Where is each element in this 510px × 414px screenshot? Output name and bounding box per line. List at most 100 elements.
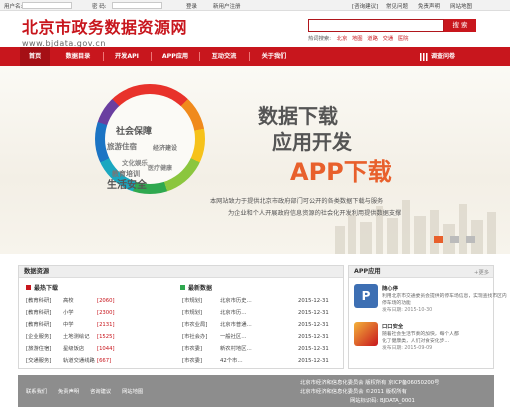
hot-words: 热词搜索: 北京 地图 道路 交通 医院: [308, 34, 411, 42]
disclaimer-link[interactable]: 免责声明: [418, 2, 440, 10]
banner-headline-download: 数据下载: [258, 104, 338, 128]
nav-separator: [103, 52, 104, 61]
footer-link-contact[interactable]: 联系我们: [26, 387, 47, 395]
login-link[interactable]: 登录: [186, 2, 197, 10]
hot-downloads-title: 最热下载: [26, 283, 58, 292]
username-label: 用户名:: [4, 4, 23, 10]
app-desc: 化了健康类，人们对食安化步…: [382, 339, 450, 344]
hot-download-row[interactable]: [教育科研] 高校 [2060]: [26, 296, 115, 304]
app-name[interactable]: 随心停: [382, 284, 398, 292]
hot-row-cat: [教育科研]: [26, 298, 52, 304]
ring-word: 医疗健康: [148, 165, 173, 172]
hot-row-name: 小学: [63, 310, 74, 316]
nav-separator: [199, 52, 200, 61]
latest-data-icon: [180, 285, 185, 290]
ring-word: 文化娱乐: [122, 159, 148, 167]
footer-owner: 北京市经济和信息化委员会 ©2011 版权所有: [300, 389, 407, 395]
site-logo[interactable]: 北京市政务数据资源网 www.bjdata.gov.cn: [22, 14, 187, 48]
carousel-dot-active[interactable]: [434, 236, 443, 243]
latest-data-row[interactable]: [市农业局] 北京市普通… 2015-12-31: [182, 320, 329, 328]
latest-row-date: 2015-12-31: [298, 334, 329, 340]
ring-word: 生活安全: [107, 180, 147, 191]
latest-row-name: 北京市普通…: [220, 322, 252, 328]
ring-word: 社会保障: [116, 127, 153, 137]
sitemap-link[interactable]: 网站地图: [450, 2, 472, 10]
hot-row-cat: [教育科研]: [26, 322, 52, 328]
latest-row-date: 2015-12-31: [298, 322, 329, 328]
data-resources-title: 数据资源: [19, 266, 343, 278]
ring-word: 经济建设: [153, 145, 178, 152]
app-name[interactable]: 口口安全: [382, 322, 403, 330]
hot-row-name: 高校: [63, 298, 74, 304]
banner-desc-line1: 本网站致力于提供北京市政府部门可公开的各类数据下载与服务: [210, 198, 384, 205]
hot-download-row[interactable]: [企业服务] 土地测绘记 [1525]: [26, 332, 115, 340]
footer-copyright: 北京市经济和信息化委员会 版权所有 京ICP备06050200号: [300, 380, 440, 386]
main-nav: 首页 数据目录 开发API APP应用 互动交流 关于我们 调查问卷: [0, 47, 510, 66]
app-desc: 利用北京市交通委员会提供的停车场信息，实现查找市区内: [382, 294, 507, 299]
hot-row-cat: [教育科研]: [26, 310, 52, 316]
nav-home[interactable]: 首页: [20, 47, 50, 66]
ring-word: 旅游住宿: [107, 142, 137, 151]
hot-word[interactable]: 道路: [367, 36, 378, 42]
nav-about[interactable]: 关于我们: [252, 47, 296, 66]
app-parking-icon[interactable]: P: [354, 284, 378, 308]
faq-link[interactable]: 常见问题: [386, 2, 408, 10]
data-resources-panel: 数据资源: [18, 265, 344, 369]
hot-download-row[interactable]: [交通服务] 轨道交通线路 [667]: [26, 356, 111, 364]
feedback-link[interactable]: [咨询建议]: [352, 2, 378, 10]
hot-words-label: 热词搜索:: [308, 36, 331, 42]
hot-downloads-label: 最热下载: [34, 285, 59, 292]
survey-label: 调查问卷: [431, 53, 456, 60]
carousel-dot[interactable]: [450, 236, 459, 243]
carousel-dot[interactable]: [466, 236, 475, 243]
nav-dev-api[interactable]: 开发API: [106, 47, 148, 66]
hot-row-name: 土地测绘记: [63, 334, 90, 340]
app-desc: 停车场的功能: [382, 301, 411, 306]
footer-link-feedback[interactable]: 咨询建议: [90, 387, 111, 395]
password-label: 密 码:: [92, 4, 107, 10]
hot-downloads-icon: [26, 285, 31, 290]
latest-row-name: 北京市历史…: [220, 298, 252, 304]
survey-link[interactable]: 调查问卷: [420, 47, 510, 66]
hot-word[interactable]: 北京: [337, 36, 348, 42]
hot-download-row[interactable]: [旅游住宿] 星级饭店 [1044]: [26, 344, 115, 352]
latest-row-cat: [市规划]: [182, 310, 203, 316]
latest-row-date: 2015-12-31: [298, 346, 329, 352]
app-desc: 随着社会生活节奏的加快，每个人都: [382, 332, 459, 337]
hot-word[interactable]: 地图: [352, 36, 363, 42]
footer-link-sitemap[interactable]: 网站地图: [122, 387, 143, 395]
latest-data-row[interactable]: [市规划] 北京市历… 2015-12-31: [182, 308, 329, 316]
latest-data-row[interactable]: [市农委] 42个市… 2015-12-31: [182, 356, 329, 364]
latest-data-row[interactable]: [市社会办] 一般社区… 2015-12-31: [182, 332, 329, 340]
hot-row-name: 中学: [63, 322, 74, 328]
nav-interaction[interactable]: 互动交流: [202, 47, 246, 66]
latest-data-row[interactable]: [市规划] 北京市历史… 2015-12-31: [182, 296, 329, 304]
latest-row-name: 一般社区…: [220, 334, 247, 340]
nav-separator: [249, 52, 250, 61]
apps-more-link[interactable]: +更多: [474, 268, 489, 276]
latest-row-cat: [市农委]: [182, 358, 203, 364]
search-input[interactable]: [308, 19, 444, 32]
nav-data-catalog[interactable]: 数据目录: [56, 47, 100, 66]
search-button[interactable]: 搜 索: [444, 19, 476, 32]
apps-panel: APP应用: [348, 265, 494, 369]
password-input[interactable]: [112, 2, 162, 9]
latest-data-label: 最新数据: [188, 285, 213, 292]
latest-row-cat: [市规划]: [182, 298, 203, 304]
username-input[interactable]: [22, 2, 72, 9]
footer-link-disclaimer[interactable]: 免责声明: [58, 387, 79, 395]
hot-word[interactable]: 医院: [398, 36, 409, 42]
hot-row-cat: [交通服务]: [26, 358, 52, 364]
hot-download-row[interactable]: [教育科研] 中学 [2131]: [26, 320, 115, 328]
app-safety-icon[interactable]: [354, 322, 378, 346]
register-link[interactable]: 新用户注册: [213, 2, 241, 10]
top-bar: 用户名: 密 码: 登录 新用户注册 [咨询建议] 常见问题 免责声明 网站地图: [0, 0, 510, 11]
hot-row-cat: [旅游住宿]: [26, 346, 52, 352]
app-date: 发布日期: 2015-09-09: [382, 346, 433, 351]
app-parking-glyph: P: [361, 289, 371, 303]
nav-app[interactable]: APP应用: [154, 47, 196, 66]
hot-word[interactable]: 交通: [383, 36, 394, 42]
hot-row-name: 星级饭店: [63, 346, 85, 352]
hot-download-row[interactable]: [教育科研] 小学 [2300]: [26, 308, 115, 316]
latest-data-row[interactable]: [市农委] 新农村地区… 2015-12-31: [182, 344, 329, 352]
